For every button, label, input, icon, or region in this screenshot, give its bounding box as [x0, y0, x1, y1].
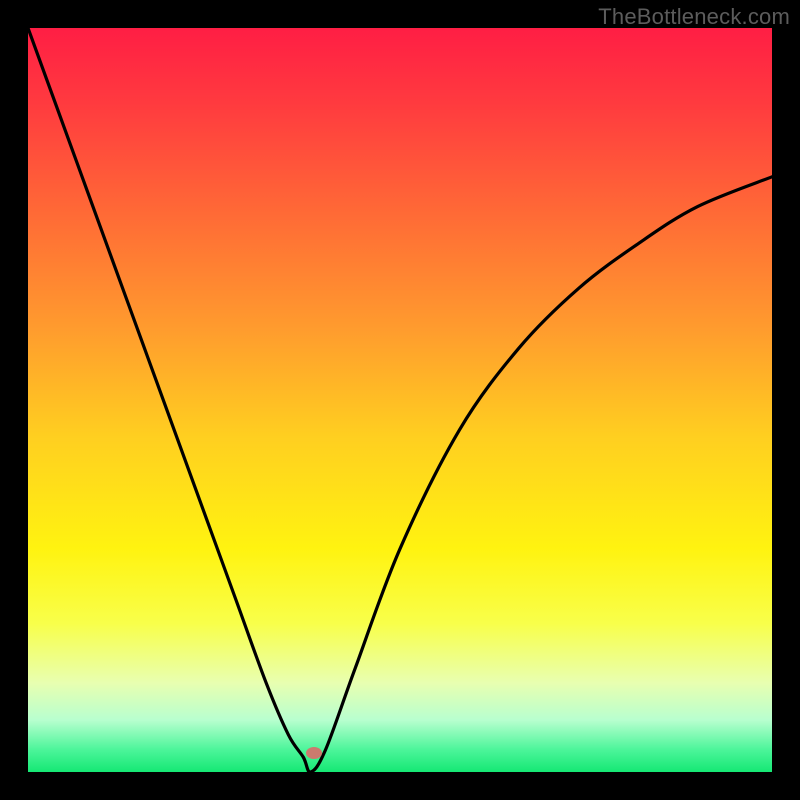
chart-frame: TheBottleneck.com: [0, 0, 800, 800]
attribution-text: TheBottleneck.com: [598, 4, 790, 30]
plot-area: [28, 28, 772, 772]
bottleneck-curve: [28, 28, 772, 772]
